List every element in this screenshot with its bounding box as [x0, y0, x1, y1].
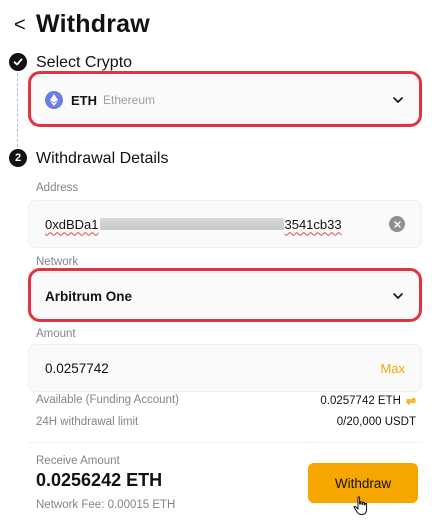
back-button[interactable]: <	[14, 14, 26, 36]
network-label: Network	[36, 256, 79, 268]
address-value-end: 3541cb33	[284, 216, 342, 232]
max-button[interactable]: Max	[380, 361, 405, 376]
available-value-row: 0.0257742 ETH ⇌	[320, 394, 416, 408]
limit-label: 24H withdrawal limit	[36, 416, 139, 428]
clear-icon[interactable]	[389, 216, 405, 232]
address-input[interactable]: 0xdBDa1 3541cb33	[28, 200, 422, 248]
step-1-title: Select Crypto	[36, 54, 133, 71]
page-title: Withdraw	[36, 10, 150, 38]
amount-label: Amount	[36, 328, 76, 340]
available-value: 0.0257742 ETH	[320, 395, 401, 407]
step-2-badge: 2	[9, 149, 27, 167]
chevron-down-icon[interactable]	[391, 93, 405, 107]
ethereum-icon	[45, 91, 63, 109]
network-fee: Network Fee: 0.00015 ETH	[36, 499, 176, 511]
transfer-icon[interactable]: ⇌	[406, 394, 416, 408]
crypto-select[interactable]: ETH Ethereum	[28, 76, 422, 124]
step-connector	[17, 73, 18, 147]
network-value: Arbitrum One	[45, 288, 133, 304]
address-label: Address	[36, 182, 79, 194]
crypto-name: Ethereum	[103, 93, 156, 107]
amount-input[interactable]: 0.0257742 Max	[28, 344, 422, 392]
network-select[interactable]: Arbitrum One	[28, 272, 422, 320]
address-value-start: 0xdBDa1	[45, 216, 99, 232]
receive-label: Receive Amount	[36, 455, 120, 467]
available-label: Available (Funding Account)	[36, 394, 179, 406]
step-complete-check-icon	[9, 53, 27, 71]
address-redacted	[100, 218, 285, 230]
divider	[28, 442, 422, 443]
chevron-left-icon[interactable]: <	[14, 14, 26, 36]
crypto-symbol: ETH	[71, 92, 97, 108]
hand-cursor-icon	[353, 496, 368, 515]
receive-amount: 0.0256242 ETH	[36, 470, 163, 490]
step-2-title: Withdrawal Details	[36, 150, 169, 167]
limit-value: 0/20,000 USDT	[336, 416, 416, 428]
chevron-down-icon[interactable]	[391, 289, 405, 303]
amount-value: 0.0257742	[45, 360, 109, 376]
